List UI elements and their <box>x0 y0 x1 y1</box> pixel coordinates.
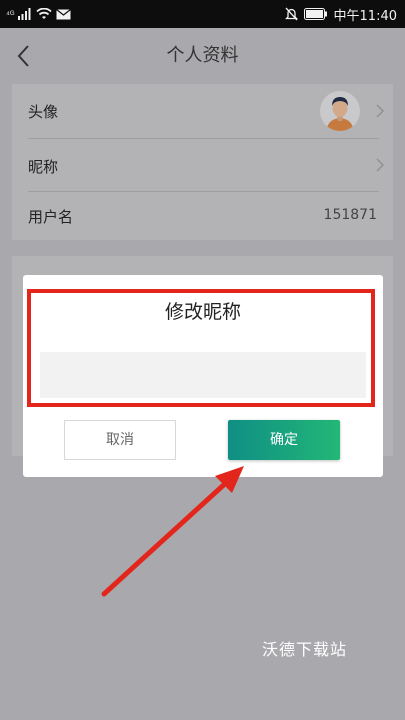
watermark: 沃德下载站 <box>262 640 348 659</box>
annotation-arrow <box>101 466 244 597</box>
